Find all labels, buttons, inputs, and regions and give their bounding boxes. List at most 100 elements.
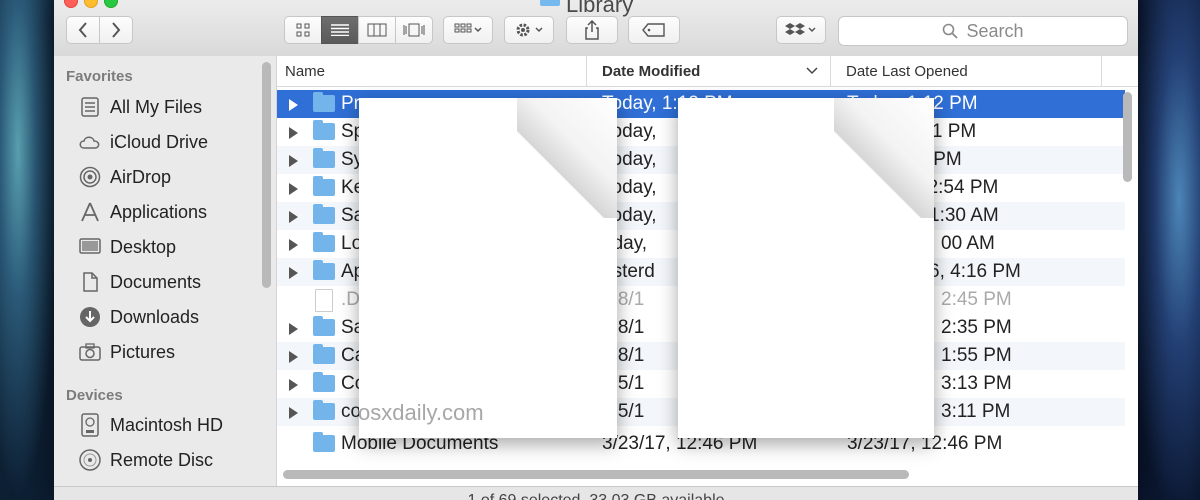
applications-icon <box>78 200 102 224</box>
document-icon <box>315 289 333 312</box>
sort-chevron-down-icon <box>806 67 818 75</box>
camera-icon <box>78 340 102 364</box>
sidebar-item-downloads[interactable]: Downloads <box>78 302 199 332</box>
arrange-button[interactable] <box>443 16 493 44</box>
downloads-icon <box>78 305 102 329</box>
sidebar-item-desktop[interactable]: Desktop <box>78 232 176 262</box>
column-header-date-modified-label: Date Modified <box>602 62 701 80</box>
row-date-last-opened: 3:13 PM <box>941 373 1012 394</box>
folder-icon <box>313 176 335 196</box>
sidebar-item-macintosh-hd[interactable]: Macintosh HD <box>78 410 223 440</box>
column-header-date-last-opened[interactable]: Date Last Opened <box>832 56 1102 86</box>
column-header-name[interactable]: Name <box>277 56 587 86</box>
sidebar-item-pictures[interactable]: Pictures <box>78 337 175 367</box>
folder-icon <box>313 148 335 168</box>
row-name: .D <box>341 289 360 310</box>
row-date-last-opened: 1:55 PM <box>941 345 1012 366</box>
sidebar-scrollbar[interactable] <box>262 62 271 288</box>
column-view-button[interactable] <box>358 16 396 44</box>
disclosure-triangle-icon[interactable] <box>289 99 298 111</box>
sidebar-item-label: Documents <box>110 271 202 292</box>
page-curl <box>834 98 934 218</box>
disclosure-triangle-icon[interactable] <box>289 407 298 419</box>
sidebar-item-applications[interactable]: Applications <box>78 197 207 227</box>
sidebar-item-all-my-files[interactable]: All My Files <box>78 92 202 122</box>
all-files-icon <box>78 95 102 119</box>
column-header-date-modified[interactable]: Date Modified <box>588 56 831 86</box>
tag-button[interactable] <box>628 16 680 44</box>
cloud-icon <box>78 130 102 154</box>
sidebar-item-airdrop[interactable]: AirDrop <box>78 162 171 192</box>
disclosure-triangle-icon[interactable] <box>289 267 298 279</box>
column-view-icon <box>367 23 387 37</box>
disclosure-triangle-icon[interactable] <box>289 323 298 335</box>
chevron-right-icon <box>112 22 121 38</box>
tag-icon <box>642 23 665 37</box>
blank-document-page-left <box>359 98 617 438</box>
sidebar-item-label: Applications <box>110 201 208 222</box>
share-icon <box>585 20 599 40</box>
search-input[interactable]: Search <box>838 16 1128 46</box>
sidebar-item-label: Remote Disc <box>110 449 214 470</box>
desktop-wallpaper-right <box>1130 0 1200 500</box>
row-date-last-opened: 00 AM <box>941 233 995 254</box>
folder-icon <box>313 372 335 392</box>
sidebar: Favorites All My Files iCloud Drive AirD… <box>54 56 277 486</box>
dropbox-button[interactable] <box>776 16 826 44</box>
search-icon <box>943 23 959 39</box>
documents-icon <box>78 270 102 294</box>
sidebar-item-documents[interactable]: Documents <box>78 267 201 297</box>
status-bar: 1 of 69 selected, 33.03 GB available <box>54 486 1138 500</box>
disclosure-triangle-icon[interactable] <box>289 351 298 363</box>
disclosure-triangle-icon[interactable] <box>289 155 298 167</box>
close-window-button[interactable] <box>64 0 78 8</box>
column-header-date-last-opened-label: Date Last Opened <box>846 62 968 80</box>
disclosure-triangle-icon[interactable] <box>289 211 298 223</box>
sidebar-item-remote-disc[interactable]: Remote Disc <box>78 445 213 475</box>
list-horizontal-scrollbar[interactable] <box>283 470 909 479</box>
zoom-window-button[interactable] <box>104 0 118 8</box>
column-header-name-label: Name <box>285 62 326 80</box>
folder-icon <box>313 344 335 364</box>
arrange-icon <box>454 23 482 33</box>
disclosure-triangle-icon[interactable] <box>289 127 298 139</box>
sidebar-item-label: Downloads <box>110 306 200 327</box>
column-headers: Name Date Modified Date Last Opened <box>277 56 1138 87</box>
desktop-icon <box>78 235 102 259</box>
sidebar-item-icloud-drive[interactable]: iCloud Drive <box>78 127 208 157</box>
minimize-window-button[interactable] <box>84 0 98 8</box>
folder-icon <box>313 232 335 252</box>
row-date-last-opened: 1:30 AM <box>929 205 999 226</box>
back-button[interactable] <box>66 16 100 44</box>
status-text: 1 of 69 selected, 33.03 GB available <box>467 492 724 500</box>
list-view-button[interactable] <box>321 16 359 44</box>
cover-flow-button[interactable] <box>395 16 433 44</box>
page-curl <box>517 98 617 218</box>
icon-view-icon <box>296 23 310 37</box>
toolbar: Library Search <box>54 0 1138 57</box>
row-date-last-opened: 6, 4:16 PM <box>929 261 1021 282</box>
sidebar-item-label: AirDrop <box>110 166 172 187</box>
chevron-left-icon <box>78 22 87 38</box>
airdrop-icon <box>78 165 102 189</box>
list-vertical-scrollbar[interactable] <box>1123 92 1132 182</box>
action-menu-button[interactable] <box>504 16 554 44</box>
icon-view-button[interactable] <box>284 16 322 44</box>
dropbox-icon <box>785 23 816 35</box>
sidebar-header-favorites: Favorites <box>66 68 133 85</box>
sidebar-item-label: All My Files <box>110 96 203 117</box>
folder-icon <box>313 260 335 280</box>
sidebar-header-devices: Devices <box>66 387 123 404</box>
share-button[interactable] <box>566 16 618 44</box>
folder-icon <box>313 120 335 140</box>
hard-drive-icon <box>78 413 102 437</box>
disclosure-triangle-icon[interactable] <box>289 239 298 251</box>
sidebar-item-label: Desktop <box>110 236 177 257</box>
forward-button[interactable] <box>99 16 133 44</box>
disclosure-triangle-icon[interactable] <box>289 379 298 391</box>
row-date-last-opened: 2:45 PM <box>941 289 1012 310</box>
disclosure-triangle-icon[interactable] <box>289 183 298 195</box>
folder-icon <box>313 204 335 224</box>
sidebar-item-label: iCloud Drive <box>110 131 209 152</box>
cover-flow-icon <box>403 23 425 37</box>
